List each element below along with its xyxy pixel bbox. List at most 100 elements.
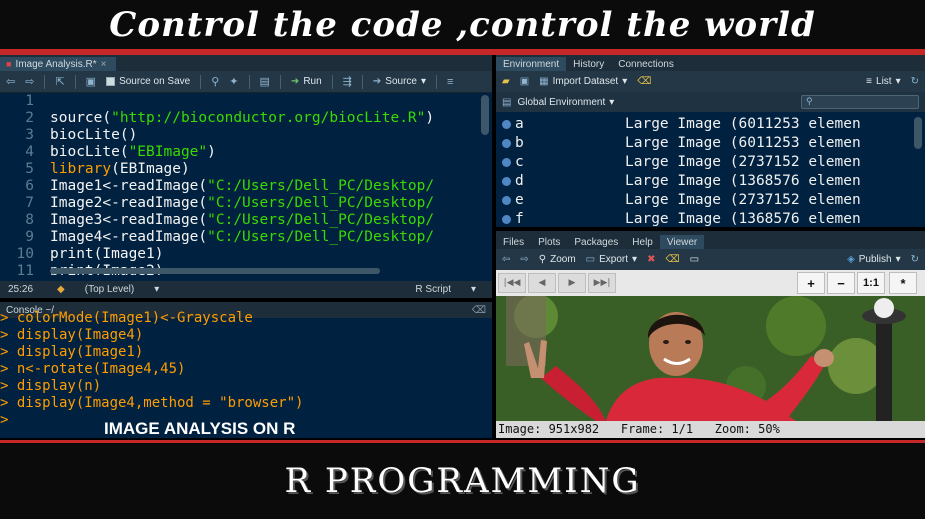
console-line: > display(n) — [0, 378, 102, 394]
forward-arrow-icon[interactable]: ⇨ — [520, 254, 528, 265]
save-icon[interactable]: ▣ — [86, 75, 96, 88]
environment-row[interactable]: d Large Image (1368576 elemen — [496, 172, 925, 191]
export-button[interactable]: ▭ Export ▾ — [586, 254, 637, 265]
expand-icon[interactable] — [502, 177, 511, 186]
close-icon[interactable]: × — [101, 59, 107, 70]
environment-row[interactable]: b Large Image (6011253 elemen — [496, 134, 925, 153]
scope-icon: ◆ — [57, 284, 65, 295]
forward-arrow-icon[interactable]: ⇨ — [25, 75, 34, 88]
code-line[interactable]: Image2<-readImage("C:/Users/Dell_PC/Desk… — [50, 195, 434, 212]
environment-search-input[interactable]: ⚲ — [801, 95, 919, 109]
environment-row[interactable]: f Large Image (1368576 elemen — [496, 210, 925, 227]
chevron-down-icon: ▾ — [895, 76, 901, 87]
code-line[interactable]: Image4<-readImage("C:/Users/Dell_PC/Desk… — [50, 229, 434, 246]
import-dataset-button[interactable]: ▦ Import Dataset ▾ — [539, 76, 627, 87]
code-editor[interactable]: 1 2 3 4 5 6 7 8 9 10 11 source("http://bioconducto… — [0, 93, 492, 275]
first-frame-button[interactable]: |◀◀ — [498, 273, 526, 293]
code-line[interactable]: biocLite("EBImage") — [50, 144, 434, 161]
tab-help[interactable]: Help — [625, 235, 660, 249]
code-line[interactable]: print(Image1) — [50, 246, 434, 263]
viewer-tabbar: Files Plots Packages Help Viewer — [496, 231, 925, 249]
scope-indicator[interactable]: ◆ (Top Level) ▾ — [41, 284, 175, 295]
global-environment-selector[interactable]: Global Environment ▾ — [517, 97, 614, 108]
environment-scope-bar: ▤ Global Environment ▾ ⚲ — [496, 92, 925, 112]
zoom-fit-button[interactable]: * — [889, 272, 917, 294]
zoom-in-button[interactable]: + — [797, 272, 825, 294]
editor-status-bar: 25:26 ◆ (Top Level) ▾ R Script ▾ — [0, 281, 492, 298]
source-button[interactable]: ➔ Source ▾ — [373, 76, 426, 87]
back-arrow-icon[interactable]: ⇦ — [502, 254, 510, 265]
expand-icon[interactable] — [502, 139, 511, 148]
code-token: Image2<-readImage( — [50, 195, 208, 211]
last-frame-button[interactable]: ▶▶| — [588, 273, 616, 293]
tab-image-analysis[interactable]: ■ Image Analysis.R* × — [0, 57, 117, 71]
code-token: biocLite( — [50, 144, 129, 160]
code-line[interactable] — [50, 93, 434, 110]
notebook-icon[interactable]: ▤ — [260, 75, 270, 88]
tab-viewer[interactable]: Viewer — [659, 235, 705, 249]
tab-packages[interactable]: Packages — [567, 235, 625, 249]
tab-environment[interactable]: Environment — [496, 57, 567, 71]
expand-icon[interactable] — [502, 158, 511, 167]
expand-icon[interactable] — [502, 120, 511, 129]
environment-scrollbar[interactable] — [914, 117, 922, 149]
editor-vertical-scrollbar[interactable] — [481, 95, 489, 135]
next-frame-button[interactable]: ▶ — [558, 273, 586, 293]
expand-icon[interactable] — [502, 215, 511, 224]
environment-row[interactable]: e Large Image (2737152 elemen — [496, 191, 925, 210]
code-token: "C:/Users/Dell_PC/Desktop/ — [207, 212, 435, 228]
code-line[interactable]: library(EBImage) — [50, 161, 434, 178]
editor-horizontal-scrollbar[interactable] — [50, 268, 380, 274]
broom-icon[interactable]: ⌫ — [665, 254, 679, 265]
tab-connections[interactable]: Connections — [611, 57, 681, 71]
variable-value: Large Image (1368576 elemen — [625, 211, 861, 227]
environment-row[interactable]: c Large Image (2737152 elemen — [496, 153, 925, 172]
remove-icon[interactable]: ✖ — [647, 254, 655, 265]
top-banner-text: Control the code ,control the world — [109, 4, 816, 45]
tab-history[interactable]: History — [566, 57, 611, 71]
source-on-save-label: Source on Save — [119, 76, 191, 87]
search-icon[interactable]: ⚲ — [211, 75, 219, 88]
file-type-label: R Script — [415, 284, 451, 295]
open-folder-icon[interactable]: ▰ — [502, 76, 510, 87]
zoom-actual-button[interactable]: 1:1 — [857, 272, 885, 294]
file-type-selector[interactable]: R Script ▾ — [399, 284, 492, 295]
image-info-bar: Image: 951x982 Frame: 1/1 Zoom: 50% — [496, 421, 925, 438]
save-icon[interactable]: ▣ — [520, 76, 529, 87]
line-number: 11 — [16, 263, 34, 275]
popout-icon[interactable]: ⇱ — [55, 75, 64, 88]
environment-row[interactable]: a Large Image (6011253 elemen — [496, 115, 925, 134]
code-line[interactable]: Image3<-readImage("C:/Users/Dell_PC/Desk… — [50, 212, 434, 229]
refresh-icon[interactable]: ↻ — [911, 254, 919, 265]
line-number: 9 — [25, 229, 34, 245]
tab-files[interactable]: Files — [496, 235, 531, 249]
broom-icon[interactable]: ⌫ — [472, 305, 486, 316]
code-lines[interactable]: source("http://bioconductor.org/biocLite… — [50, 93, 434, 275]
magic-wand-icon[interactable]: ✦ — [229, 75, 238, 88]
code-line[interactable]: source("http://bioconductor.org/biocLite… — [50, 110, 434, 127]
zoom-button[interactable]: ⚲ Zoom — [539, 254, 576, 265]
tab-plots[interactable]: Plots — [531, 235, 567, 249]
rerun-icon[interactable]: ⇶ — [343, 75, 352, 88]
list-view-button[interactable]: ≡ List ▾ — [866, 76, 900, 87]
displayed-image — [496, 296, 925, 421]
back-arrow-icon[interactable]: ⇦ — [6, 75, 15, 88]
divider — [361, 74, 363, 89]
refresh-icon[interactable]: ↻ — [911, 76, 919, 87]
zoom-label: Zoom — [550, 254, 576, 265]
line-number: 1 — [25, 93, 34, 109]
broom-icon[interactable]: ⌫ — [637, 76, 651, 87]
source-tabbar: ■ Image Analysis.R* × — [0, 55, 492, 71]
code-line[interactable]: biocLite() — [50, 127, 434, 144]
prev-frame-button[interactable]: ◀ — [528, 273, 556, 293]
popout-icon[interactable]: ▭ — [690, 254, 699, 265]
options-icon[interactable]: ≡ — [447, 76, 453, 88]
code-line[interactable]: Image1<-readImage("C:/Users/Dell_PC/Desk… — [50, 178, 434, 195]
console-output[interactable]: > colorMode(Image1)<-Grayscale > display(… — [0, 310, 492, 429]
zoom-icon: ⚲ — [538, 254, 547, 265]
run-button[interactable]: ➜ Run — [291, 76, 322, 87]
expand-icon[interactable] — [502, 196, 511, 205]
publish-button[interactable]: ◈ Publish ▾ — [847, 254, 901, 265]
zoom-out-button[interactable]: − — [827, 272, 855, 294]
source-on-save-checkbox[interactable]: Source on Save — [106, 76, 190, 87]
